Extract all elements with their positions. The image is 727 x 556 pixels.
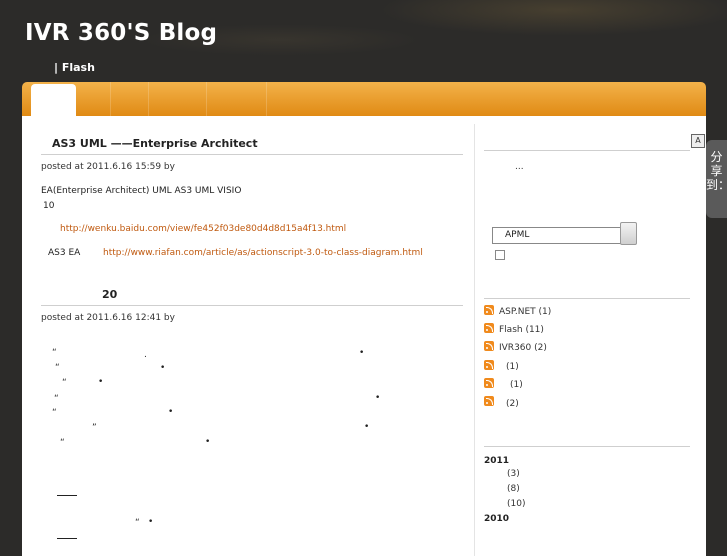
text-fragment: “ bbox=[135, 518, 140, 528]
sidebar-divider bbox=[484, 298, 690, 299]
share-tab[interactable]: 分享到： bbox=[706, 140, 727, 218]
nav-divider bbox=[206, 82, 207, 116]
text-fragment: • bbox=[160, 363, 166, 373]
site-subtitle: | Flash bbox=[54, 61, 95, 74]
post-text-line: 10 bbox=[43, 201, 55, 211]
post-link[interactable]: http://www.riafan.com/article/as/actions… bbox=[103, 248, 423, 258]
text-fragment: “ bbox=[52, 408, 57, 418]
post-meta: posted at 2011.6.16 15:59 by bbox=[41, 162, 175, 172]
archive-year[interactable]: 2010 bbox=[484, 514, 509, 524]
text-fragment: • bbox=[168, 407, 174, 417]
site-title[interactable]: IVR 360'S Blog bbox=[25, 20, 217, 46]
category-item[interactable]: Flash (11) bbox=[499, 325, 544, 335]
archive-month[interactable]: (3) bbox=[507, 469, 520, 479]
text-fragment: ” bbox=[92, 423, 97, 433]
rss-icon[interactable] bbox=[484, 378, 494, 388]
text-fragment: “ bbox=[52, 348, 57, 358]
text-fragment: . bbox=[144, 350, 147, 360]
rss-icon[interactable] bbox=[484, 341, 494, 351]
category-item[interactable]: IVR360 (2) bbox=[499, 343, 547, 353]
post-meta: posted at 2011.6.16 12:41 by bbox=[41, 313, 175, 323]
text-fragment: “ bbox=[62, 378, 67, 388]
post-title[interactable]: AS3 UML ——Enterprise Architect bbox=[52, 137, 258, 150]
category-item[interactable]: ASP.NET (1) bbox=[499, 307, 551, 317]
text-fragment: • bbox=[359, 348, 365, 358]
dash-line bbox=[57, 495, 77, 496]
nav-divider bbox=[148, 82, 149, 116]
rss-icon[interactable] bbox=[484, 305, 494, 315]
font-size-icon[interactable]: A bbox=[691, 134, 705, 148]
text-fragment: • bbox=[148, 517, 154, 527]
post-divider bbox=[41, 154, 463, 155]
nav-divider bbox=[110, 82, 111, 116]
page-body: AS3 UML ——Enterprise Architect posted at… bbox=[22, 116, 706, 556]
post-title[interactable]: 20 bbox=[102, 288, 117, 301]
dash-line bbox=[57, 538, 77, 539]
rss-icon[interactable] bbox=[484, 396, 494, 406]
post-text-line: AS3 EA bbox=[48, 248, 81, 258]
sidebar: A ... APML ASP.NET (1) Flash (11) IVR360… bbox=[474, 124, 707, 556]
text-fragment: • bbox=[205, 437, 211, 447]
archive-month[interactable]: (10) bbox=[507, 499, 525, 509]
search-option-checkbox[interactable] bbox=[495, 250, 505, 260]
text-fragment: • bbox=[364, 422, 370, 432]
main-content: AS3 UML ——Enterprise Architect posted at… bbox=[22, 116, 474, 556]
text-fragment: “ bbox=[55, 363, 60, 373]
text-fragment: “ bbox=[54, 394, 59, 404]
text-fragment: “ bbox=[60, 438, 65, 448]
text-fragment: • bbox=[98, 377, 104, 387]
sidebar-ellipsis: ... bbox=[515, 162, 524, 172]
archive-year[interactable]: 2011 bbox=[484, 456, 509, 466]
sidebar-divider bbox=[484, 446, 690, 447]
text-fragment: • bbox=[375, 393, 381, 403]
rss-icon[interactable] bbox=[484, 360, 494, 370]
post-divider bbox=[41, 305, 463, 306]
search-input[interactable]: APML bbox=[492, 227, 627, 244]
post-link[interactable]: http://wenku.baidu.com/view/fe452f03de80… bbox=[60, 224, 346, 234]
category-item[interactable]: (1) bbox=[510, 380, 523, 390]
rss-icon[interactable] bbox=[484, 323, 494, 333]
category-item[interactable]: (1) bbox=[506, 362, 519, 372]
nav-tab-home[interactable] bbox=[31, 84, 76, 116]
post-text-line: EA(Enterprise Architect) UML AS3 UML VIS… bbox=[41, 186, 242, 196]
archive-month[interactable]: (8) bbox=[507, 484, 520, 494]
sidebar-divider bbox=[484, 150, 690, 151]
category-item[interactable]: (2) bbox=[506, 399, 519, 409]
search-button[interactable] bbox=[620, 222, 637, 245]
nav-bar bbox=[22, 82, 706, 116]
nav-divider bbox=[266, 82, 267, 116]
